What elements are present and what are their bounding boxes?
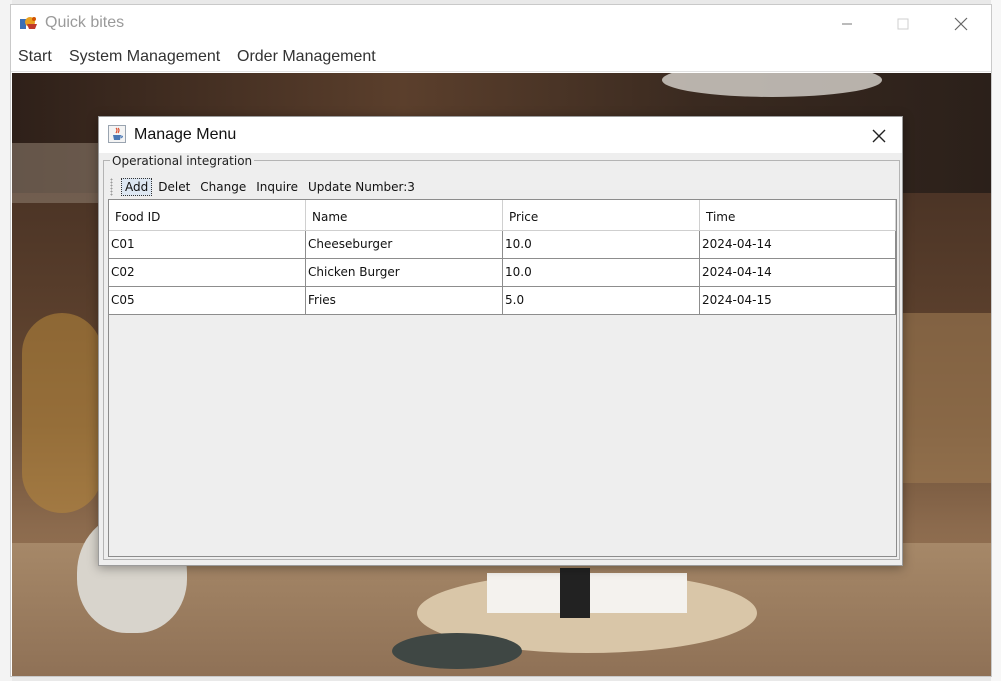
close-window-button[interactable]	[941, 11, 981, 37]
menu-system-management[interactable]: System Management	[69, 48, 220, 66]
cell-price[interactable]: 10.0	[503, 231, 700, 258]
table-row[interactable]: C01 Cheeseburger 10.0 2024-04-14	[109, 231, 896, 259]
cell-food-id[interactable]: C02	[109, 259, 306, 286]
table-header: Food ID Name Price Time	[109, 200, 896, 231]
minimize-icon	[842, 23, 852, 25]
app-logo-icon	[19, 15, 39, 31]
toolbar: Add Delet Change Inquire Update Number:3	[110, 177, 415, 197]
cell-time[interactable]: 2024-04-15	[700, 287, 896, 314]
operational-integration-group: Operational integration Add Delet Change…	[103, 154, 900, 560]
cell-time[interactable]: 2024-04-14	[700, 231, 896, 258]
cell-food-id[interactable]: C01	[109, 231, 306, 258]
cell-time[interactable]: 2024-04-14	[700, 259, 896, 286]
maximize-button[interactable]	[883, 11, 923, 37]
cell-name[interactable]: Chicken Burger	[306, 259, 503, 286]
menu-table: Food ID Name Price Time C01 Cheeseburger…	[108, 199, 897, 557]
column-header-food-id[interactable]: Food ID	[109, 200, 306, 230]
maximize-icon	[897, 18, 909, 30]
column-header-time[interactable]: Time	[700, 200, 896, 230]
cell-food-id[interactable]: C05	[109, 287, 306, 314]
dialog-title: Manage Menu	[134, 126, 237, 143]
menubar: Start System Management Order Management	[11, 43, 991, 72]
column-header-name[interactable]: Name	[306, 200, 503, 230]
main-window: Quick bites Start System Management Orde…	[10, 4, 992, 677]
main-titlebar[interactable]: Quick bites	[11, 5, 991, 43]
java-cup-icon	[108, 125, 126, 143]
cell-name[interactable]: Fries	[306, 287, 503, 314]
close-icon	[872, 129, 886, 143]
change-button[interactable]: Change	[196, 178, 250, 196]
menu-order-management[interactable]: Order Management	[237, 48, 376, 66]
minimize-button[interactable]	[827, 11, 867, 37]
inquire-button[interactable]: Inquire	[252, 178, 302, 196]
add-button[interactable]: Add	[121, 178, 153, 196]
manage-menu-dialog: Manage Menu Operational integration Add …	[98, 116, 903, 566]
column-header-price[interactable]: Price	[503, 200, 700, 230]
app-title: Quick bites	[45, 14, 125, 31]
cell-name[interactable]: Cheeseburger	[306, 231, 503, 258]
dialog-close-button[interactable]	[868, 125, 890, 147]
update-number-label: Update Number:3	[308, 180, 415, 194]
group-title: Operational integration	[110, 154, 255, 168]
close-icon	[954, 17, 968, 31]
cell-price[interactable]: 10.0	[503, 259, 700, 286]
delete-button[interactable]: Delet	[154, 178, 194, 196]
table-row[interactable]: C02 Chicken Burger 10.0 2024-04-14	[109, 259, 896, 287]
cell-price[interactable]: 5.0	[503, 287, 700, 314]
toolbar-grip-icon[interactable]	[110, 178, 113, 196]
dialog-titlebar[interactable]: Manage Menu	[99, 117, 902, 153]
table-row[interactable]: C05 Fries 5.0 2024-04-15	[109, 287, 896, 315]
menu-start[interactable]: Start	[18, 48, 52, 66]
desktop-right-edge	[991, 0, 1001, 681]
